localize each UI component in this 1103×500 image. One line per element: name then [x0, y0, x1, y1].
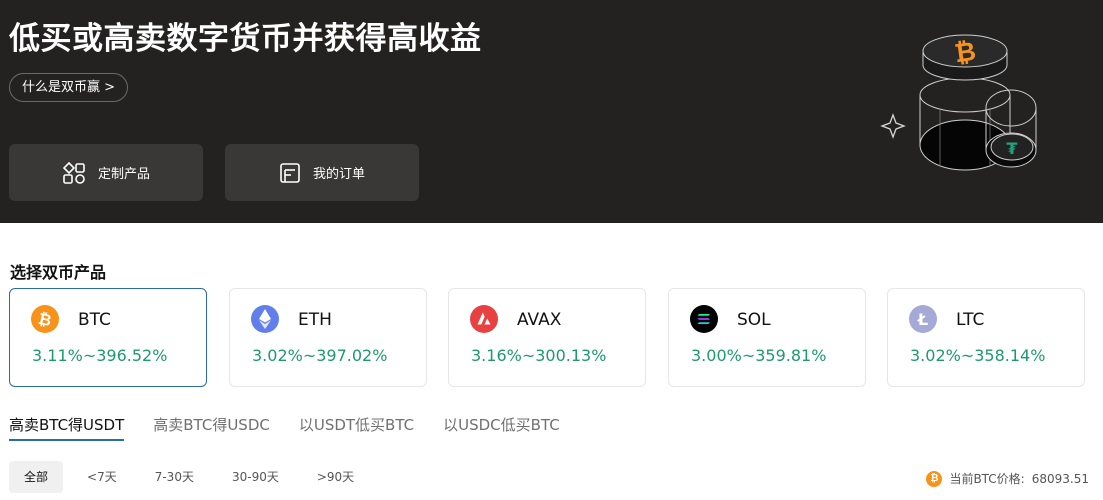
- coin-name: ETH: [298, 310, 332, 330]
- ltc-icon: Ł: [909, 305, 937, 333]
- coin-jar-illustration: ₿ ₮: [880, 20, 1050, 184]
- eth-icon: [251, 305, 279, 333]
- coin-card-ltc[interactable]: Ł LTC 3.02%~358.14%: [887, 288, 1085, 387]
- coin-card-eth[interactable]: ETH 3.02%~397.02%: [229, 288, 427, 387]
- coin-apr-range: 3.02%~397.02%: [252, 346, 388, 365]
- tab-sell-btc-usdt[interactable]: 高卖BTC得USDT: [9, 414, 125, 441]
- svg-text:Ł: Ł: [917, 310, 928, 329]
- grid-blocks-icon: [62, 161, 86, 184]
- hero-banner: 低买或高卖数字货币并获得高收益 什么是双币赢 > 定制产品 我的订单 ₿ ₮: [0, 0, 1103, 223]
- hero-title: 低买或高卖数字货币并获得高收益: [9, 21, 482, 57]
- current-btc-price: ₿ 当前BTC价格: 68093.51: [926, 470, 1089, 487]
- filter-all[interactable]: 全部: [9, 461, 64, 493]
- price-value: 68093.51: [1031, 471, 1089, 486]
- section-title: 选择双币产品: [10, 263, 107, 282]
- filter-30-90-days[interactable]: 30-90天: [218, 461, 293, 493]
- direction-tabs: 高卖BTC得USDT 高卖BTC得USDC 以USDT低买BTC 以USDC低买…: [9, 414, 560, 442]
- coin-name: SOL: [737, 310, 771, 330]
- what-is-dual-investment-link[interactable]: 什么是双币赢 >: [9, 73, 129, 102]
- filter-under-7-days[interactable]: <7天: [73, 461, 131, 493]
- avax-icon: [470, 305, 498, 333]
- btc-mini-icon: ₿: [926, 470, 943, 487]
- custom-product-label: 定制产品: [97, 167, 150, 182]
- duration-filters: 全部 <7天 7-30天 30-90天 >90天: [9, 461, 368, 493]
- coin-card-btc[interactable]: ₿ BTC 3.11%~396.52%: [9, 288, 207, 387]
- coin-card-avax[interactable]: AVAX 3.16%~300.13%: [448, 288, 646, 387]
- btc-icon: ₿: [31, 305, 59, 333]
- price-label: 当前BTC价格:: [949, 472, 1025, 486]
- coin-name: AVAX: [517, 310, 562, 330]
- my-orders-button[interactable]: 我的订单: [225, 144, 419, 201]
- svg-text:₿: ₿: [953, 37, 978, 70]
- tab-buy-btc-usdt[interactable]: 以USDT低买BTC: [299, 414, 414, 441]
- filter-7-30-days[interactable]: 7-30天: [141, 461, 208, 493]
- order-list-icon: [279, 162, 301, 184]
- sol-icon: [690, 305, 718, 333]
- filter-over-90-days[interactable]: >90天: [303, 461, 368, 493]
- coin-apr-range: 3.00%~359.81%: [691, 346, 827, 365]
- svg-text:₮: ₮: [1006, 139, 1017, 158]
- coin-name: BTC: [78, 310, 111, 330]
- coin-apr-range: 3.11%~396.52%: [32, 346, 168, 365]
- my-orders-label: 我的订单: [312, 167, 365, 182]
- coin-card-sol[interactable]: SOL 3.00%~359.81%: [668, 288, 866, 387]
- coin-name: LTC: [956, 310, 985, 330]
- custom-product-button[interactable]: 定制产品: [9, 144, 203, 201]
- coin-apr-range: 3.02%~358.14%: [910, 346, 1046, 365]
- tab-sell-btc-usdc[interactable]: 高卖BTC得USDC: [153, 414, 270, 441]
- coin-apr-range: 3.16%~300.13%: [471, 346, 607, 365]
- tab-buy-btc-usdc[interactable]: 以USDC低买BTC: [443, 414, 560, 441]
